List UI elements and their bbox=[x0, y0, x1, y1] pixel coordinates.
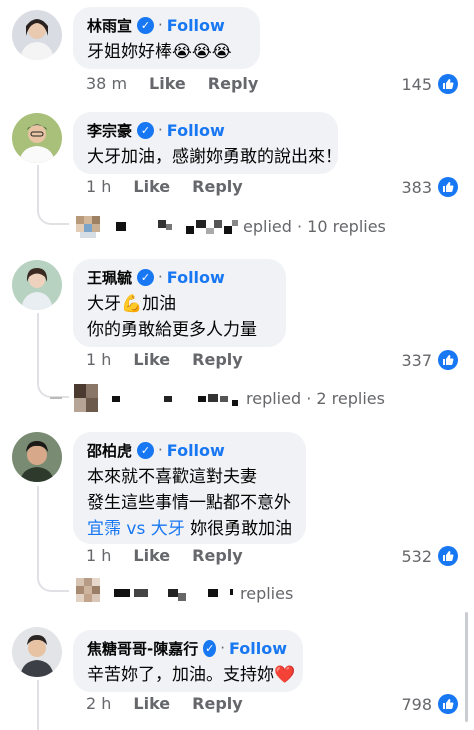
comment-text: 大牙加油，感謝妳勇敢的說出來！ bbox=[87, 147, 342, 167]
avatar[interactable] bbox=[12, 10, 62, 60]
reply-button[interactable]: Reply bbox=[192, 694, 243, 713]
like-thumb-icon bbox=[438, 177, 458, 197]
avatar[interactable] bbox=[12, 260, 62, 310]
comment-bubble: 王珮毓 ✓ · Follow 大牙💪加油 你的勇敢給更多人力量 bbox=[73, 259, 286, 347]
comment-line: 本來就不喜歡這對夫妻 bbox=[87, 467, 257, 487]
comment-actions: 1 h Like Reply bbox=[86, 177, 265, 196]
like-count: 532 bbox=[401, 546, 432, 566]
reply-button[interactable]: Reply bbox=[192, 177, 243, 196]
like-button[interactable]: Like bbox=[133, 350, 170, 369]
avatar[interactable] bbox=[12, 113, 62, 163]
comment-text: 辛苦妳了，加油。支持妳❤️ bbox=[87, 665, 296, 685]
comment-bubble: 邵柏虎 ✓ · Follow 本來就不喜歡這對夫妻 發生這些事情一點都不意外 宜… bbox=[73, 432, 306, 544]
view-replies-link[interactable]: eplied · 10 replies bbox=[76, 214, 386, 238]
author-name[interactable]: 焦糖哥哥-陳嘉行 bbox=[87, 638, 198, 659]
comment-bubble: 李宗豪 ✓ · Follow 大牙加油，感謝妳勇敢的說出來！ bbox=[73, 112, 342, 174]
avatar[interactable] bbox=[12, 432, 62, 482]
separator: · bbox=[220, 639, 225, 657]
like-button[interactable]: Like bbox=[133, 546, 170, 565]
avatar[interactable] bbox=[12, 627, 62, 677]
reaction-count[interactable]: 145 bbox=[401, 74, 458, 94]
thread-connector bbox=[37, 540, 69, 592]
replies-summary: replied · 2 replies bbox=[246, 388, 385, 408]
hashtag-link[interactable]: 宜霈 vs 大牙 bbox=[87, 519, 185, 539]
comment-line: 大牙💪加油 bbox=[87, 294, 177, 314]
verified-badge-icon: ✓ bbox=[137, 16, 155, 34]
reaction-count[interactable]: 383 bbox=[401, 177, 458, 197]
like-count: 383 bbox=[401, 177, 432, 197]
like-thumb-icon bbox=[438, 694, 458, 714]
like-count: 798 bbox=[401, 694, 432, 714]
timestamp[interactable]: 38 m bbox=[86, 74, 127, 93]
verified-badge-icon: ✓ bbox=[203, 639, 217, 657]
timestamp[interactable]: 2 h bbox=[86, 694, 111, 713]
view-replies-link[interactable]: replies bbox=[76, 578, 293, 608]
blurred-avatar bbox=[72, 384, 100, 412]
scrollbar[interactable] bbox=[465, 612, 468, 722]
like-thumb-icon bbox=[438, 74, 458, 94]
author-name[interactable]: 李宗豪 bbox=[87, 120, 132, 141]
separator: · bbox=[158, 16, 163, 34]
comment-actions: 1 h Like Reply bbox=[86, 350, 265, 369]
author-name[interactable]: 王珮毓 bbox=[87, 267, 132, 288]
view-replies-link[interactable]: replied · 2 replies bbox=[48, 384, 385, 412]
follow-button[interactable]: Follow bbox=[167, 268, 225, 287]
reaction-count[interactable]: 798 bbox=[401, 694, 458, 714]
timestamp[interactable]: 1 h bbox=[86, 546, 111, 565]
comment-actions: 2 h Like Reply bbox=[86, 694, 265, 713]
author-name[interactable]: 林雨宣 bbox=[87, 15, 132, 36]
comment-bubble: 林雨宣 ✓ · Follow 牙姐妳好棒😭😭😭 bbox=[73, 7, 260, 69]
comment-text: 本來就不喜歡這對夫妻 發生這些事情一點都不意外 宜霈 vs 大牙 妳很勇敢加油 bbox=[87, 464, 293, 542]
thread-line bbox=[37, 486, 39, 546]
thread-connector bbox=[37, 195, 69, 225]
redacted-name bbox=[112, 583, 236, 603]
follow-button[interactable]: Follow bbox=[167, 121, 225, 140]
comment-actions: 38 m Like Reply bbox=[86, 74, 280, 93]
reaction-count[interactable]: 532 bbox=[401, 546, 458, 566]
verified-badge-icon: ✓ bbox=[137, 121, 155, 139]
follow-button[interactable]: Follow bbox=[167, 441, 225, 460]
reply-button[interactable]: Reply bbox=[192, 546, 243, 565]
like-count: 337 bbox=[401, 350, 432, 370]
follow-button[interactable]: Follow bbox=[167, 16, 225, 35]
verified-badge-icon: ✓ bbox=[137, 268, 155, 286]
redacted-marks bbox=[48, 388, 68, 408]
comment-line: 宜霈 vs 大牙 妳很勇敢加油 bbox=[87, 516, 293, 542]
timestamp[interactable]: 1 h bbox=[86, 350, 111, 369]
comment-line: 你的勇敢給更多人力量 bbox=[87, 320, 257, 340]
author-name[interactable]: 邵柏虎 bbox=[87, 440, 132, 461]
comment-line-rest: 妳很勇敢加油 bbox=[184, 519, 293, 539]
timestamp[interactable]: 1 h bbox=[86, 177, 111, 196]
like-thumb-icon bbox=[438, 546, 458, 566]
like-button[interactable]: Like bbox=[133, 694, 170, 713]
separator: · bbox=[158, 441, 163, 459]
replies-summary: eplied · 10 replies bbox=[243, 216, 386, 236]
like-button[interactable]: Like bbox=[149, 74, 186, 93]
blurred-avatar bbox=[76, 578, 102, 608]
replies-summary: replies bbox=[240, 583, 294, 603]
follow-button[interactable]: Follow bbox=[229, 639, 287, 658]
reaction-count[interactable]: 337 bbox=[401, 350, 458, 370]
comment-text: 牙姐妳好棒😭😭😭 bbox=[87, 42, 232, 62]
separator: · bbox=[158, 121, 163, 139]
thread-line bbox=[37, 680, 39, 730]
blurred-avatar bbox=[76, 214, 102, 238]
redacted-name bbox=[110, 388, 242, 408]
like-thumb-icon bbox=[438, 350, 458, 370]
verified-badge-icon: ✓ bbox=[137, 441, 155, 459]
reply-button[interactable]: Reply bbox=[192, 350, 243, 369]
comment-text: 大牙💪加油 你的勇敢給更多人力量 bbox=[87, 291, 270, 343]
reply-button[interactable]: Reply bbox=[208, 74, 259, 93]
comment-actions: 1 h Like Reply bbox=[86, 546, 265, 565]
comment-bubble: 焦糖哥哥-陳嘉行 ✓ · Follow 辛苦妳了，加油。支持妳❤️ bbox=[73, 630, 303, 692]
like-count: 145 bbox=[401, 74, 432, 94]
redacted-name bbox=[114, 216, 239, 236]
separator: · bbox=[158, 268, 163, 286]
comment-line: 發生這些事情一點都不意外 bbox=[87, 493, 291, 513]
like-button[interactable]: Like bbox=[133, 177, 170, 196]
